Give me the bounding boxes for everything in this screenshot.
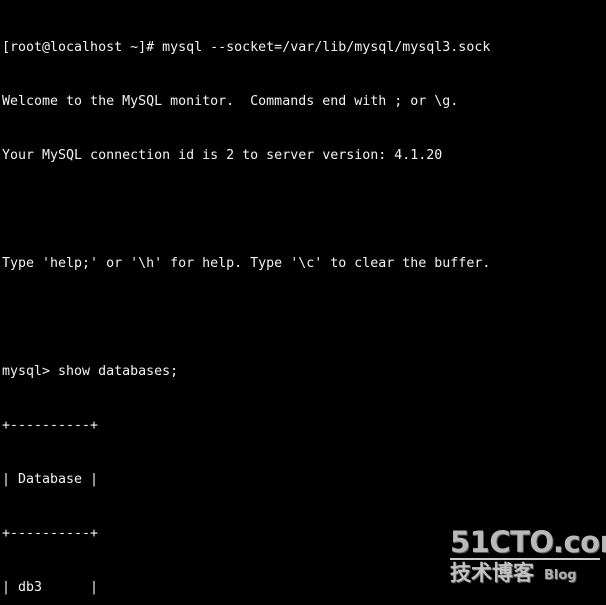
- terminal-window[interactable]: [root@localhost ~]# mysql --socket=/var/…: [0, 0, 606, 605]
- table-row: | db3 |: [2, 580, 99, 595]
- table-border-mid: +----------+: [2, 526, 99, 541]
- terminal-line-command: mysql> show databases;: [2, 364, 179, 379]
- table-header-row: | Database |: [2, 472, 99, 487]
- terminal-line: [root@localhost ~]# mysql --socket=/var/…: [2, 40, 491, 55]
- table-border-top: +----------+: [2, 418, 99, 433]
- watermark-blog-text: Blog: [544, 568, 577, 583]
- terminal-line: Welcome to the MySQL monitor. Commands e…: [2, 94, 459, 109]
- terminal-screen-output: [root@localhost ~]# mysql --socket=/var/…: [2, 3, 490, 605]
- terminal-line: Type 'help;' or '\h' for help. Type '\c'…: [2, 256, 491, 271]
- terminal-line: Your MySQL connection id is 2 to server …: [2, 148, 443, 163]
